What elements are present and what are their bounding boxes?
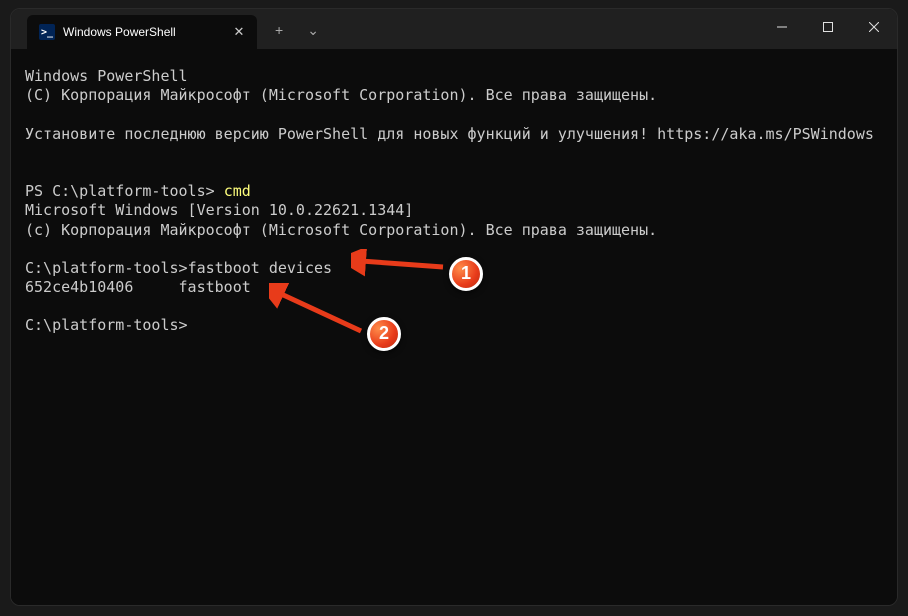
command-text: cmd <box>224 182 251 200</box>
annotation-2: 2 <box>269 275 401 351</box>
window-controls <box>759 9 897 45</box>
minimize-button[interactable] <box>759 9 805 45</box>
arrow-icon <box>269 283 369 343</box>
annotation-1: 1 <box>351 249 483 299</box>
tab-title: Windows PowerShell <box>63 25 223 39</box>
badge-number: 1 <box>449 257 483 291</box>
tab-active[interactable]: >_ Windows PowerShell ✕ <box>27 15 257 49</box>
terminal-line: Windows PowerShell <box>25 67 188 85</box>
powershell-icon: >_ <box>39 24 55 40</box>
terminal-line: Microsoft Windows [Version 10.0.22621.13… <box>25 201 413 219</box>
close-window-button[interactable] <box>851 9 897 45</box>
terminal-line: (c) Корпорация Майкрософт (Microsoft Cor… <box>25 221 657 239</box>
command-text: fastboot devices <box>188 259 333 277</box>
terminal-output[interactable]: Windows PowerShell (C) Корпорация Майкро… <box>11 49 897 605</box>
terminal-line: Установите последнюю версию PowerShell д… <box>25 125 657 143</box>
prompt: C:\platform-tools> <box>25 316 188 334</box>
terminal-line: 652ce4b10406 fastboot <box>25 278 251 296</box>
terminal-window: >_ Windows PowerShell ✕ + ⌄ Windows Powe… <box>10 8 898 606</box>
arrow-icon <box>351 249 451 299</box>
titlebar: >_ Windows PowerShell ✕ + ⌄ <box>11 9 897 49</box>
maximize-button[interactable] <box>805 9 851 45</box>
badge-number: 2 <box>367 317 401 351</box>
terminal-line: (C) Корпорация Майкрософт (Microsoft Cor… <box>25 86 657 104</box>
prompt: C:\platform-tools> <box>25 259 188 277</box>
close-tab-button[interactable]: ✕ <box>231 24 247 40</box>
new-tab-button[interactable]: + <box>265 16 293 44</box>
terminal-link[interactable]: https://aka.ms/PSWindows <box>657 125 874 143</box>
tab-dropdown-button[interactable]: ⌄ <box>297 16 329 45</box>
prompt: PS C:\platform-tools> <box>25 182 224 200</box>
tab-actions: + ⌄ <box>265 16 329 45</box>
